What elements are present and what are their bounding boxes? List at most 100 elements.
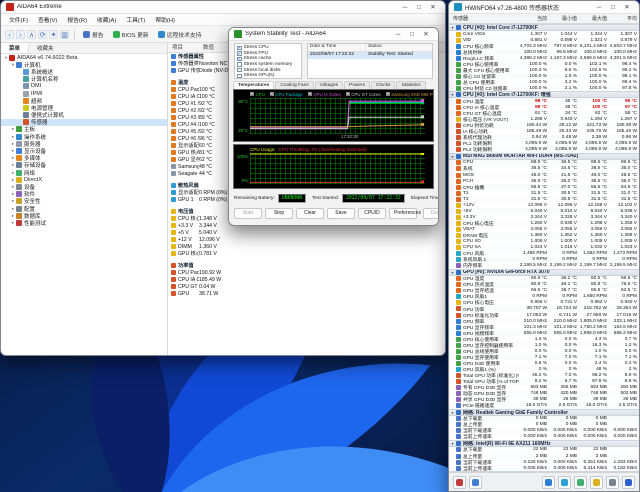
log-column-status[interactable]: Status — [366, 44, 432, 51]
tab-cooling-fans[interactable]: Cooling Fans — [275, 81, 314, 89]
tab-statistics[interactable]: Statistics — [396, 81, 426, 89]
legend-item[interactable]: CPU GT Cores — [345, 92, 381, 98]
hwinfo-close-button[interactable]: ✕ — [620, 2, 634, 13]
hwinfo-sensor-row[interactable]: CPU I/O 1.006 V 1.000 V 1.008 V 1.005 V — [449, 239, 639, 245]
hwinfo-sensor-row[interactable]: DRAM 电压 1.360 V 1.352 V 1.360 V 1.359 V — [449, 232, 639, 239]
hwinfo-minimize-button[interactable]: ─ — [592, 2, 606, 13]
tab-clocks[interactable]: Clocks — [371, 81, 396, 89]
aida64-minimize-button[interactable]: ─ — [398, 2, 412, 13]
group-collapse-icon[interactable]: ▾ — [449, 441, 456, 446]
tree-item[interactable]: ▸ DirectX — [1, 176, 167, 183]
tree-item[interactable]: ▸ 操作系统 — [1, 133, 167, 140]
tree-item[interactable]: ▸ 软件 — [1, 191, 167, 198]
tree-item[interactable]: ▸ 显示设备 — [1, 147, 167, 155]
sst-maximize-button[interactable]: □ — [405, 29, 419, 40]
menu-item[interactable]: 报告(R) — [63, 14, 91, 25]
favorites-icon[interactable]: ✦ — [49, 29, 58, 39]
legend-item[interactable]: CPU Package — [269, 92, 303, 98]
tree-item[interactable]: ▸ 设备 — [1, 183, 167, 191]
menu-item[interactable]: 工具(T) — [122, 14, 149, 25]
hwinfo-column-0[interactable]: 传感器 — [449, 15, 519, 22]
legend-item[interactable]: CPU IA Cores — [307, 92, 341, 98]
group-collapse-icon[interactable]: ▾ — [449, 92, 456, 97]
close-test-button[interactable]: Close — [423, 208, 438, 219]
tree-item[interactable]: ▸ 配置 — [1, 205, 167, 212]
sst-close-button[interactable]: ✕ — [419, 29, 433, 40]
reset-minmax-clock-button[interactable] — [574, 475, 587, 489]
sidebar-tab-1[interactable]: 菜单 — [1, 43, 30, 53]
sensor-row[interactable]: CPU IA Cores185.49 W — [168, 276, 445, 283]
sensor-row[interactable]: GPU 核心 0.781 V — [168, 250, 445, 257]
tree-item[interactable]: ▸ 网络 — [1, 169, 167, 176]
hwinfo-sensor-row[interactable]: PL2 功耗限制 4,095.9 W 4,095.9 W 4,095.9 W 4,095… — [449, 146, 639, 153]
tree-item[interactable]: DMI — [1, 83, 167, 90]
legend-checkbox-icon[interactable] — [385, 92, 390, 98]
sensor-row[interactable]: +5 V 5.040 V — [168, 229, 445, 236]
aida64-close-button[interactable]: ✕ — [426, 2, 440, 13]
legend-checkbox-icon[interactable] — [269, 92, 274, 98]
hwinfo-sensor-row[interactable]: 内存频率 2,199.5 MHz 2,199.2 MHz 2,199.7 MHz 2,1… — [449, 263, 639, 269]
hwinfo-sensor-row[interactable]: MOS 46.0 °C 41.5 °C 46.0 °C 45.5 °C — [449, 171, 639, 179]
sensor-section-header[interactable]: 功率值 — [168, 262, 445, 269]
checkbox-icon[interactable] — [237, 62, 242, 67]
tab-voltages[interactable]: Voltages — [314, 81, 344, 89]
stop-button[interactable]: Stop — [265, 208, 293, 219]
aida64-maximize-button[interactable]: □ — [412, 2, 426, 13]
back-icon[interactable]: ‹ — [5, 29, 14, 39]
report-button[interactable]: 报告 — [80, 29, 107, 40]
menu-item[interactable]: 帮助(H) — [151, 14, 179, 25]
tree-item[interactable]: ▸ 主板 — [1, 126, 167, 133]
tree-item[interactable]: ▾ 计算机 — [1, 61, 167, 68]
tree-item[interactable]: ▸ 存储设备 — [1, 162, 167, 169]
close-button[interactable] — [622, 475, 635, 489]
hwinfo-sensor-row[interactable]: CPU 核心电压 1.260 V 0.936 V 1.296 V 1.258 V — [449, 220, 639, 227]
tree-item[interactable]: ▸ 数据库 — [1, 212, 167, 219]
stress-item[interactable]: Stress GPU(s) — [237, 73, 299, 78]
checkbox-icon[interactable] — [237, 67, 242, 73]
hwinfo-column-3[interactable]: 最大值 — [579, 15, 609, 22]
column-item[interactable]: 项目 — [168, 43, 203, 52]
tree-item[interactable]: 计算机名称 — [1, 76, 167, 83]
report-button[interactable] — [590, 475, 603, 489]
bios-update-button[interactable]: BIOS 更新 — [110, 29, 152, 40]
sensor-row[interactable]: CPU Package190.92 W — [168, 269, 445, 276]
hwinfo-sensor-row[interactable]: T2 31.5 °C 30.5 °C 31.5 °C 31.5 °C — [449, 196, 639, 203]
hwinfo-maximize-button[interactable]: □ — [606, 2, 620, 13]
tab-powers[interactable]: Powers — [344, 81, 371, 89]
legend-checkbox-icon[interactable] — [307, 92, 312, 98]
hwinfo-sensor-row[interactable]: CPU 插槽 56.5 °C 37.0 °C 56.5 °C 54.5 °C — [449, 184, 639, 191]
tree-item[interactable]: 便携式计算机 — [1, 112, 167, 119]
settings-gear-button[interactable] — [606, 475, 619, 489]
stress-item[interactable]: Stress system memory — [237, 62, 299, 68]
hwinfo-sensor-row[interactable]: PCIe 链路速度 16.0 GT/s 2.5 GT/s 16.0 GT/s 2.5 G… — [449, 402, 639, 409]
legend-checkbox-icon[interactable] — [250, 92, 254, 98]
sensor-row[interactable]: DIMM 1.360 V — [168, 243, 445, 250]
tree-item[interactable]: 传感器 — [1, 118, 167, 126]
tree-item[interactable]: ▸ 安全性 — [1, 198, 167, 205]
forward-icon[interactable]: › — [16, 29, 25, 39]
sidebar-tab-2[interactable]: 收藏夹 — [29, 43, 62, 53]
checkbox-icon[interactable] — [237, 45, 242, 50]
logging-pause-button[interactable] — [469, 475, 482, 489]
sst-titlebar[interactable]: System Stability Test - AIDA64 ─ □ ✕ — [229, 28, 438, 41]
start-button[interactable]: Start — [234, 208, 262, 219]
menu-item[interactable]: 文件(F) — [5, 14, 32, 25]
hwinfo-column-1[interactable]: 当前 — [519, 15, 549, 22]
group-collapse-icon[interactable]: ▾ — [449, 25, 456, 30]
menu-item[interactable]: 收藏(A) — [93, 14, 120, 25]
checkbox-icon[interactable] — [237, 51, 242, 56]
save-button[interactable]: Save — [327, 208, 355, 219]
hwinfo-sensor-row[interactable]: CPU 封装 C0 驻留率 100.0 % 2.1 % 100.0 % 97.8 % — [449, 85, 639, 92]
tree-item[interactable]: 电源管理 — [1, 104, 167, 112]
refresh-icon[interactable]: ⟳ — [38, 29, 47, 39]
hwinfo-column-4[interactable]: 平均 — [609, 15, 639, 22]
sensor-row[interactable]: CPU GT Cores0.04 W — [168, 283, 445, 290]
group-collapse-icon[interactable]: ▾ — [449, 154, 456, 159]
cpuid-button[interactable]: CPUID — [358, 208, 386, 219]
up-icon[interactable]: ∧ — [27, 29, 36, 39]
logging-start-button[interactable] — [453, 475, 466, 489]
hwinfo-sensor-row[interactable]: T1 31.5 °C 30.5 °C 31.5 °C 31.0 °C — [449, 190, 639, 196]
tree-item[interactable]: ▾ AIDA64 v6.74.6022 Beta — [1, 54, 167, 61]
group-collapse-icon[interactable]: ▾ — [449, 410, 456, 415]
checkbox-icon[interactable] — [237, 73, 242, 78]
